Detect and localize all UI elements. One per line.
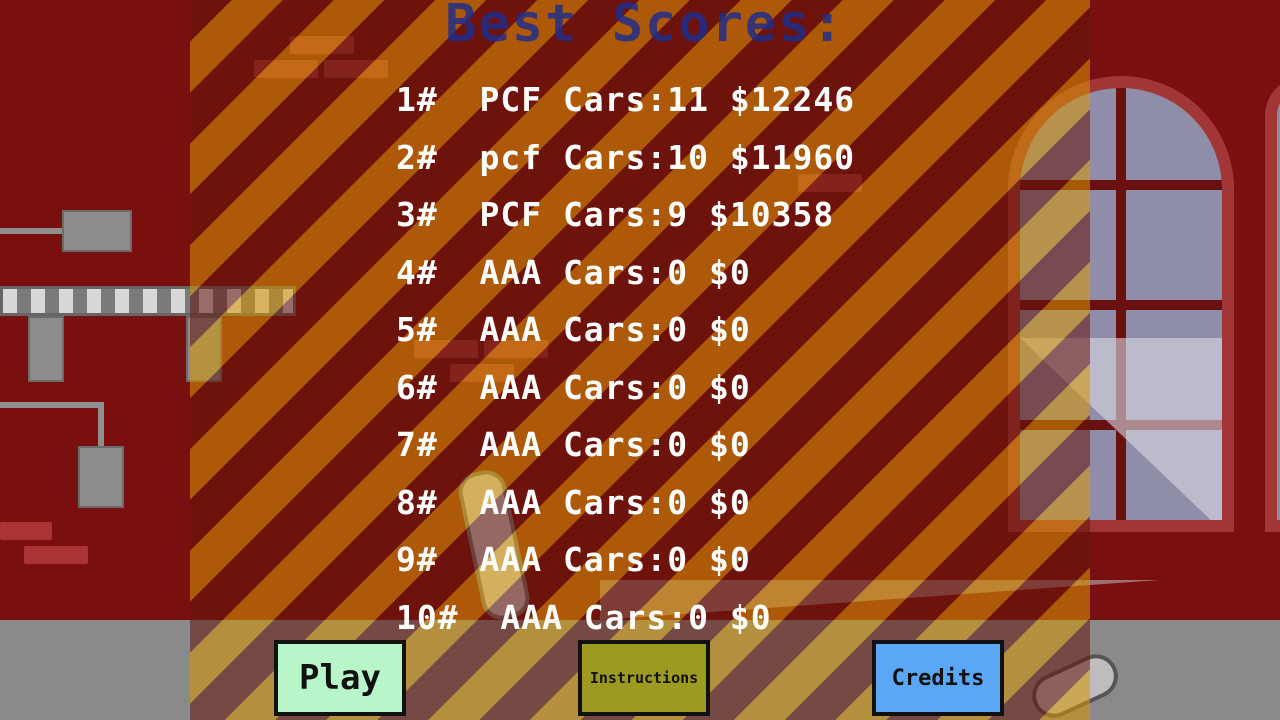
arched-window xyxy=(1265,76,1280,532)
score-row: 7# AAA Cars:0 $0 xyxy=(396,425,751,464)
score-row: 2# pcf Cars:10 $11960 xyxy=(396,137,856,177)
machine-clamp xyxy=(78,446,124,508)
machine-arm xyxy=(0,228,70,234)
best-scores-title: Best Scores: xyxy=(445,0,845,54)
score-row: 3# PCF Cars:9 $10358 xyxy=(396,195,835,234)
wall-brick xyxy=(0,522,52,540)
score-row: 5# AAA Cars:0 $0 xyxy=(396,310,751,349)
score-row: 6# AAA Cars:0 $0 xyxy=(396,367,751,407)
machine-arm xyxy=(0,402,104,408)
machine-arm xyxy=(98,402,104,448)
score-list: 1# PCF Cars:11 $12246 2# pcf Cars:10 $11… xyxy=(396,78,855,653)
score-row: 8# AAA Cars:0 $0 xyxy=(396,482,751,522)
credits-button[interactable]: Credits xyxy=(872,640,1004,716)
play-button[interactable]: Play xyxy=(274,640,406,716)
rail-support xyxy=(28,316,64,382)
score-row: 4# AAA Cars:0 $0 xyxy=(396,252,751,292)
instructions-button[interactable]: Instructions xyxy=(578,640,710,716)
machine-head xyxy=(62,210,132,252)
score-row: 1# PCF Cars:11 $12246 xyxy=(396,80,856,119)
score-row: 9# AAA Cars:0 $0 xyxy=(396,540,751,579)
wall-brick xyxy=(24,546,88,564)
